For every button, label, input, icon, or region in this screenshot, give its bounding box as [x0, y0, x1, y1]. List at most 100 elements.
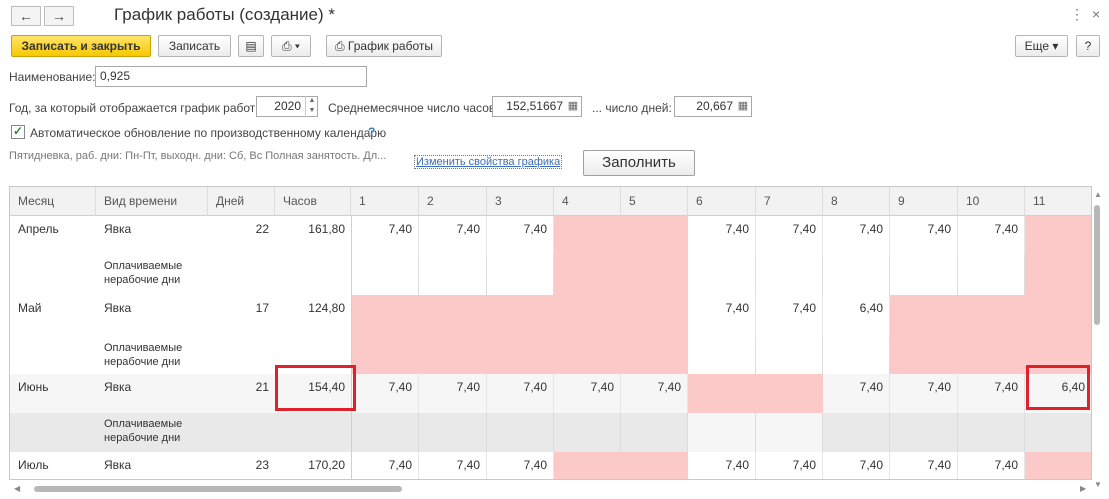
fill-button[interactable]: Заполнить: [583, 150, 695, 176]
month-cell[interactable]: [10, 413, 96, 452]
days-cell[interactable]: [208, 337, 275, 374]
day-cell[interactable]: [554, 216, 621, 255]
day-cell[interactable]: [890, 295, 958, 337]
day-cell[interactable]: 7,40: [487, 452, 554, 479]
calculator-icon[interactable]: ▦: [566, 98, 580, 114]
day-cell[interactable]: [958, 413, 1025, 452]
day-cell[interactable]: [688, 255, 756, 295]
day-cell[interactable]: [621, 255, 688, 295]
column-header[interactable]: 11: [1025, 187, 1091, 216]
day-cell[interactable]: [958, 337, 1025, 374]
save-and-close-button[interactable]: Записать и закрыть: [11, 35, 151, 57]
day-cell[interactable]: [487, 255, 554, 295]
time-kind-cell[interactable]: Оплачиваемые нерабочие дни: [96, 255, 208, 295]
day-cell[interactable]: [351, 255, 419, 295]
time-kind-cell[interactable]: Оплачиваемые нерабочие дни: [96, 337, 208, 374]
column-header[interactable]: 7: [756, 187, 823, 216]
day-cell[interactable]: 7,40: [487, 216, 554, 255]
day-cell[interactable]: [554, 413, 621, 452]
day-cell[interactable]: [554, 337, 621, 374]
day-cell[interactable]: [351, 295, 419, 337]
column-header[interactable]: 10: [958, 187, 1025, 216]
hours-cell[interactable]: [275, 413, 351, 452]
day-cell[interactable]: [823, 413, 890, 452]
day-cell[interactable]: [756, 413, 823, 452]
month-cell[interactable]: Июнь: [10, 374, 96, 413]
back-button[interactable]: ←: [11, 6, 41, 26]
schedule-button[interactable]: ⎙ График работы: [326, 35, 442, 57]
day-cell[interactable]: 7,40: [351, 216, 419, 255]
days-cell[interactable]: 22: [208, 216, 275, 255]
day-cell[interactable]: [688, 413, 756, 452]
scroll-up-icon[interactable]: ▲: [1094, 190, 1102, 199]
day-cell[interactable]: 7,40: [756, 295, 823, 337]
help-icon[interactable]: ?: [368, 125, 375, 139]
day-cell[interactable]: 7,40: [621, 374, 688, 413]
day-cell[interactable]: [756, 337, 823, 374]
document-button[interactable]: ▤: [238, 35, 264, 57]
hours-cell[interactable]: [275, 255, 351, 295]
day-cell[interactable]: [823, 255, 890, 295]
day-cell[interactable]: 7,40: [823, 452, 890, 479]
day-cell[interactable]: 7,40: [419, 216, 487, 255]
time-kind-cell[interactable]: Оплачиваемые нерабочие дни: [96, 413, 208, 452]
day-cell[interactable]: 7,40: [890, 374, 958, 413]
days-cell[interactable]: [208, 413, 275, 452]
more-actions-icon[interactable]: ⋮: [1070, 6, 1084, 23]
change-schedule-properties-link[interactable]: Изменить свойства графика: [414, 155, 563, 169]
year-spinner[interactable]: ▲ ▼: [305, 96, 318, 117]
column-header[interactable]: 6: [688, 187, 756, 216]
column-header[interactable]: 3: [487, 187, 554, 216]
days-cell[interactable]: [208, 255, 275, 295]
day-cell[interactable]: 6,40: [823, 295, 890, 337]
print-menu-button[interactable]: ⎙ ▾: [271, 35, 311, 57]
month-cell[interactable]: [10, 337, 96, 374]
day-cell[interactable]: [419, 413, 487, 452]
days-cell[interactable]: 17: [208, 295, 275, 337]
time-kind-cell[interactable]: Явка: [96, 295, 208, 337]
day-cell[interactable]: [621, 337, 688, 374]
hours-cell[interactable]: 161,80: [275, 216, 351, 255]
day-cell[interactable]: 7,40: [351, 374, 419, 413]
time-kind-cell[interactable]: Явка: [96, 216, 208, 255]
name-field[interactable]: 0,925: [95, 66, 367, 87]
day-cell[interactable]: 7,40: [823, 374, 890, 413]
day-cell[interactable]: [1025, 216, 1091, 255]
day-cell[interactable]: [487, 337, 554, 374]
day-cell[interactable]: [890, 413, 958, 452]
day-cell[interactable]: [1025, 413, 1091, 452]
column-header[interactable]: 4: [554, 187, 621, 216]
day-cell[interactable]: 7,40: [688, 295, 756, 337]
hours-cell[interactable]: 124,80: [275, 295, 351, 337]
calculator-icon[interactable]: ▦: [736, 98, 750, 114]
day-cell[interactable]: [958, 295, 1025, 337]
day-cell[interactable]: 7,40: [890, 216, 958, 255]
column-header[interactable]: 1: [351, 187, 419, 216]
day-cell[interactable]: [554, 452, 621, 479]
column-header[interactable]: Вид времени: [96, 187, 208, 216]
day-cell[interactable]: [351, 413, 419, 452]
day-cell[interactable]: [621, 216, 688, 255]
day-cell[interactable]: [351, 337, 419, 374]
day-cell[interactable]: 7,40: [823, 216, 890, 255]
days-cell[interactable]: 23: [208, 452, 275, 479]
day-cell[interactable]: 7,40: [419, 374, 487, 413]
time-kind-cell[interactable]: Явка: [96, 452, 208, 479]
day-cell[interactable]: [554, 255, 621, 295]
column-header[interactable]: 9: [890, 187, 958, 216]
day-cell[interactable]: [1025, 452, 1091, 479]
day-cell[interactable]: [487, 413, 554, 452]
day-cell[interactable]: [756, 374, 823, 413]
day-cell[interactable]: [621, 413, 688, 452]
day-cell[interactable]: [554, 295, 621, 337]
month-cell[interactable]: [10, 255, 96, 295]
day-cell[interactable]: 7,40: [958, 374, 1025, 413]
more-button[interactable]: Еще ▾: [1015, 35, 1068, 57]
day-cell[interactable]: [419, 337, 487, 374]
day-cell[interactable]: 7,40: [958, 452, 1025, 479]
day-cell[interactable]: 7,40: [756, 216, 823, 255]
month-cell[interactable]: Май: [10, 295, 96, 337]
scroll-right-icon[interactable]: ▶: [1080, 484, 1086, 493]
day-cell[interactable]: [621, 295, 688, 337]
month-cell[interactable]: Апрель: [10, 216, 96, 255]
